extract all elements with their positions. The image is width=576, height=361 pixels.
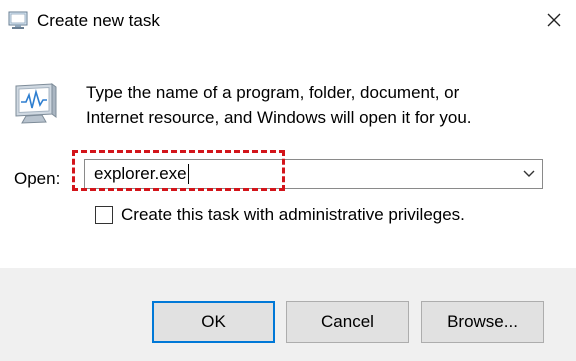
open-label: Open: [14,169,61,188]
description: Type the name of a program, folder, docu… [86,80,556,130]
browse-button[interactable]: Browse... [421,301,544,343]
monitor-activity-icon [15,83,57,124]
run-app-icon [8,11,28,29]
description-line-1: Type the name of a program, folder, docu… [86,83,460,102]
close-icon[interactable] [540,6,568,34]
ok-button[interactable]: OK [152,301,275,343]
open-input-value[interactable]: explorer.exe [94,164,189,184]
create-new-task-dialog: Create new task Type the name of a progr… [0,0,576,361]
title-bar: Create new task [0,0,576,42]
window-title: Create new task [37,11,160,30]
description-line-2: Internet resource, and Windows will open… [86,108,472,127]
chevron-down-icon[interactable] [522,168,536,180]
open-combobox[interactable]: explorer.exe [84,159,543,189]
cancel-button[interactable]: Cancel [286,301,409,343]
admin-checkbox[interactable] [95,206,113,224]
admin-checkbox-label[interactable]: Create this task with administrative pri… [121,205,465,225]
